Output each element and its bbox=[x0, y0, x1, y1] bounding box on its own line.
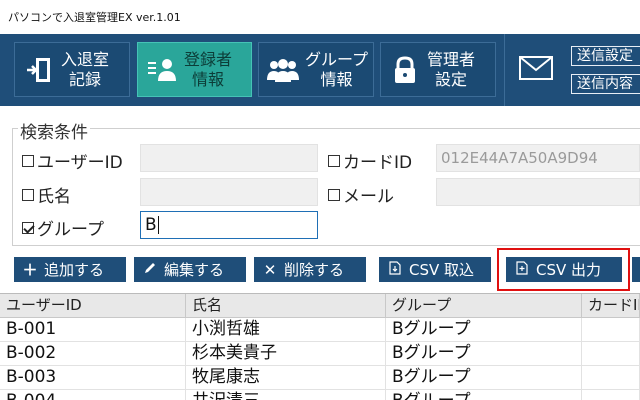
user-id-checkbox[interactable]: ユーザーID bbox=[22, 148, 123, 173]
nav-admin-line2: 設定 bbox=[435, 69, 468, 89]
send-settings-button[interactable]: 送信設定 bbox=[571, 46, 640, 66]
table-cell[interactable] bbox=[582, 366, 640, 390]
column-header-user-id[interactable]: ユーザーID bbox=[0, 294, 186, 318]
table-cell[interactable]: B-001 bbox=[0, 318, 186, 342]
table-cell[interactable]: Bグループ bbox=[386, 318, 582, 342]
group-field[interactable]: B bbox=[140, 211, 318, 239]
group-checkbox[interactable]: グループ bbox=[22, 215, 104, 240]
name-checkbox[interactable]: 氏名 bbox=[22, 182, 71, 207]
column-header-card-id[interactable]: カードID bbox=[582, 294, 640, 318]
name-checkbox-box[interactable] bbox=[22, 188, 34, 201]
name-field[interactable] bbox=[140, 178, 318, 206]
nav-group-info-button[interactable]: グループ 情報 bbox=[258, 42, 374, 97]
more-button[interactable] bbox=[632, 257, 640, 282]
nav-registrant-line1: 登録者 bbox=[184, 49, 233, 69]
table-cell[interactable] bbox=[582, 390, 640, 400]
group-checkbox-box[interactable] bbox=[22, 221, 34, 234]
card-id-label: カードID bbox=[343, 153, 413, 173]
delete-button[interactable]: ✕ 削除する bbox=[254, 257, 366, 282]
nav-entry-line2: 記録 bbox=[69, 69, 102, 89]
group-label: グループ bbox=[37, 220, 104, 240]
name-label: 氏名 bbox=[37, 187, 71, 207]
import-icon bbox=[387, 260, 403, 279]
edit-button[interactable]: 編集する bbox=[134, 257, 246, 282]
column-header-name[interactable]: 氏名 bbox=[186, 294, 386, 318]
table-cell[interactable]: 牧尾康志 bbox=[186, 366, 386, 390]
table-cell[interactable]: B-004 bbox=[0, 390, 186, 400]
card-id-field[interactable]: 012E44A7A50A9D94 bbox=[436, 144, 640, 172]
pencil-icon bbox=[142, 261, 158, 279]
nav-group-line1: グループ bbox=[305, 49, 369, 69]
email-checkbox-box[interactable] bbox=[328, 188, 340, 201]
card-id-checkbox[interactable]: カードID bbox=[328, 148, 412, 173]
table-cell[interactable]: Bグループ bbox=[386, 366, 582, 390]
door-icon bbox=[19, 50, 59, 90]
x-icon: ✕ bbox=[263, 260, 277, 279]
email-label: メール bbox=[343, 187, 394, 207]
nav-entry-line1: 入退室 bbox=[61, 49, 110, 69]
table-cell[interactable] bbox=[582, 342, 640, 366]
group-icon bbox=[263, 50, 303, 90]
email-checkbox[interactable]: メール bbox=[328, 182, 394, 207]
table-cell[interactable]: Bグループ bbox=[386, 342, 582, 366]
add-label: 追加する bbox=[44, 261, 105, 279]
column-header-group[interactable]: グループ bbox=[386, 294, 582, 318]
user-id-checkbox-box[interactable] bbox=[22, 154, 34, 167]
table-cell[interactable]: 小渕哲雄 bbox=[186, 318, 386, 342]
table-cell[interactable]: 杉本美貴子 bbox=[186, 342, 386, 366]
window-title: パソコンで入退室管理EX ver.1.01 bbox=[8, 11, 181, 24]
registrant-table: ユーザーID 氏名 グループ カードID B-001 小渕哲雄 Bグループ B-… bbox=[0, 293, 640, 400]
table-cell[interactable]: B-003 bbox=[0, 366, 186, 390]
nav-registrant-info-button[interactable]: 登録者 情報 bbox=[137, 42, 252, 97]
delete-label: 削除する bbox=[284, 261, 345, 279]
card-id-checkbox-box[interactable] bbox=[328, 154, 340, 167]
nav-entry-record-button[interactable]: 入退室 記録 bbox=[14, 42, 130, 97]
text-caret bbox=[157, 216, 159, 234]
nav-registrant-line2: 情報 bbox=[192, 69, 225, 89]
nav-group-line2: 情報 bbox=[320, 69, 353, 89]
add-button[interactable]: ＋ 追加する bbox=[14, 257, 126, 282]
user-id-field[interactable] bbox=[140, 144, 318, 172]
registrant-icon bbox=[142, 50, 182, 90]
group-field-value: B bbox=[145, 215, 157, 235]
mail-icon bbox=[519, 56, 553, 84]
user-id-label: ユーザーID bbox=[37, 153, 123, 173]
table-cell[interactable] bbox=[582, 318, 640, 342]
main-toolbar: 入退室 記録 登録者 情報 グループ 情報 管理者 設定 送信設定 送信内容 bbox=[0, 34, 640, 106]
table-cell[interactable]: 井沢清三 bbox=[186, 390, 386, 400]
csv-import-label: CSV 取込 bbox=[409, 261, 475, 279]
email-field[interactable] bbox=[436, 178, 640, 206]
search-criteria-legend: 検索条件 bbox=[18, 118, 90, 143]
nav-admin-settings-button[interactable]: 管理者 設定 bbox=[380, 42, 496, 97]
nav-admin-line1: 管理者 bbox=[427, 49, 476, 69]
title-bar: パソコンで入退室管理EX ver.1.01 bbox=[0, 0, 640, 34]
table-cell[interactable]: B-002 bbox=[0, 342, 186, 366]
lock-icon bbox=[385, 50, 425, 90]
csv-import-button[interactable]: CSV 取込 bbox=[379, 257, 491, 282]
edit-label: 編集する bbox=[164, 261, 225, 279]
send-content-button[interactable]: 送信内容 bbox=[571, 74, 640, 94]
plus-icon: ＋ bbox=[22, 261, 38, 279]
highlight-box bbox=[497, 248, 630, 291]
mail-panel: 送信設定 送信内容 bbox=[504, 34, 640, 106]
table-cell[interactable]: Bグループ bbox=[386, 390, 582, 400]
